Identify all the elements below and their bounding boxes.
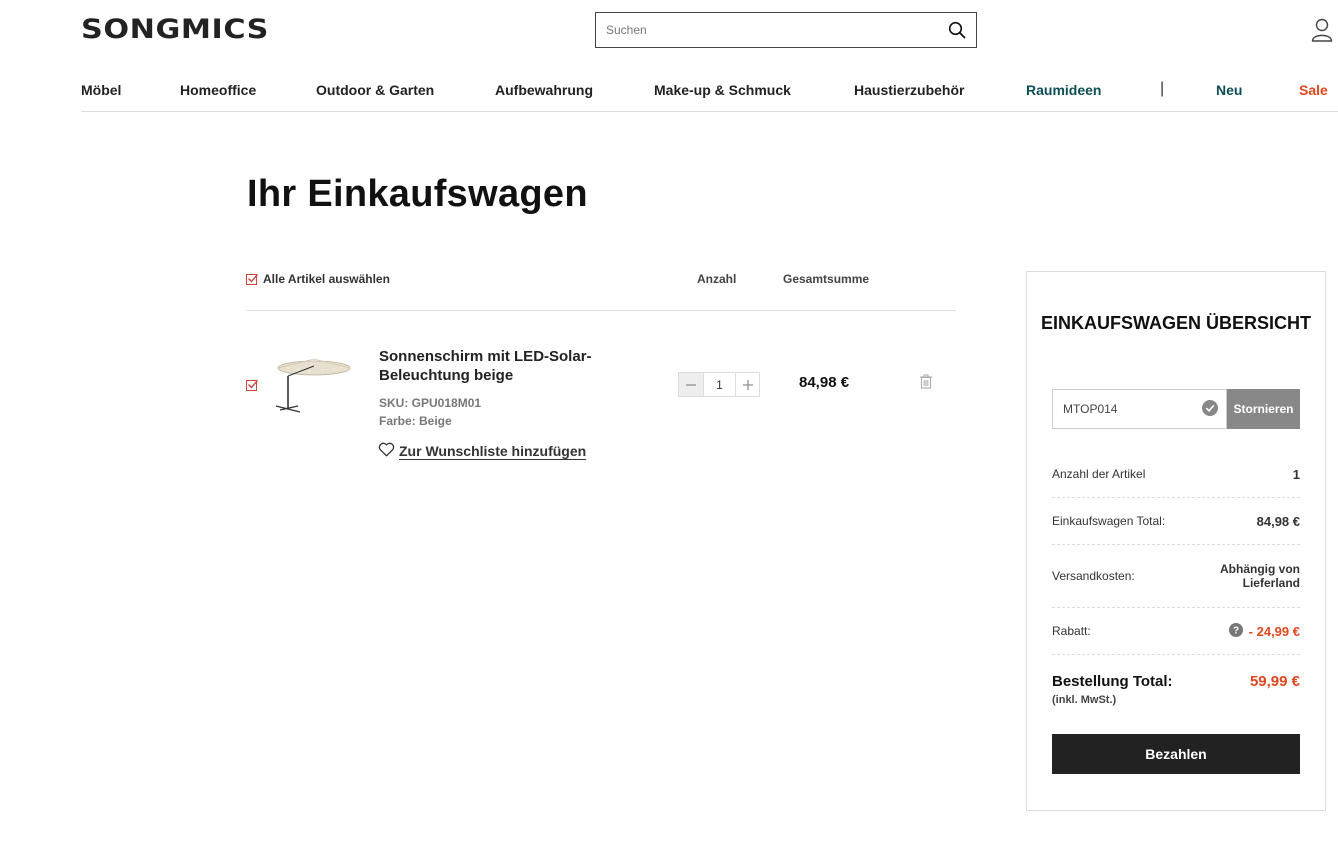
trash-icon[interactable]: [919, 374, 933, 394]
select-all-checkbox[interactable]: [246, 273, 259, 285]
cart-summary: EINKAUFSWAGEN ÜBERSICHT MTOP014 Stornier…: [1026, 271, 1326, 811]
coupon-code: MTOP014: [1063, 402, 1118, 416]
minus-icon: [686, 383, 696, 386]
select-all-label: Alle Artikel auswählen: [263, 272, 390, 286]
coupon-form: MTOP014 Stornieren: [1052, 389, 1300, 429]
order-total-value: 59,99 €: [1249, 673, 1300, 690]
heart-icon: [378, 442, 395, 460]
main-nav: Möbel Homeoffice Outdoor & Garten Aufbew…: [81, 80, 1338, 112]
shipping-value: Abhängig von Lieferland: [1220, 562, 1300, 590]
summary-row-discount: Rabatt: ? - 24,99 €: [1052, 608, 1300, 655]
svg-text:?: ?: [1233, 625, 1239, 636]
help-icon[interactable]: ?: [1228, 622, 1243, 640]
discount-value-wrap: ? - 24,99 €: [1228, 622, 1300, 640]
pay-button[interactable]: Bezahlen: [1052, 734, 1300, 774]
summary-title: EINKAUFSWAGEN ÜBERSICHT: [1040, 313, 1311, 333]
increase-quantity-button[interactable]: [735, 373, 759, 396]
discount-value: - 24,99 €: [1248, 623, 1300, 639]
discount-label: Rabatt:: [1052, 624, 1091, 638]
plus-icon: [742, 379, 753, 390]
quantity-stepper[interactable]: 1: [678, 372, 760, 397]
item-count-label: Anzahl der Artikel: [1052, 467, 1146, 481]
quantity-input[interactable]: 1: [703, 373, 735, 396]
summary-row-item-count: Anzahl der Artikel 1: [1052, 451, 1300, 498]
nav-separator: |: [1160, 80, 1165, 97]
cancel-coupon-button[interactable]: Stornieren: [1227, 389, 1300, 429]
coupon-field[interactable]: MTOP014: [1052, 389, 1227, 429]
search-bar[interactable]: [595, 12, 977, 48]
order-total-vat-note: (inkl. MwSt.): [1052, 694, 1117, 706]
nav-item-moebel[interactable]: Möbel: [81, 82, 121, 98]
product-sku: SKU: GPU018M01: [379, 396, 482, 410]
select-all[interactable]: Alle Artikel auswählen: [246, 272, 390, 286]
column-header-quantity: Anzahl: [697, 272, 737, 286]
cart-header: Alle Artikel auswählen Anzahl Gesamtsumm…: [246, 271, 956, 311]
cart-total-value: 84,98 €: [1256, 513, 1300, 529]
search-input[interactable]: [606, 23, 948, 37]
product-name[interactable]: Sonnenschirm mit LED-Solar-Beleuchtung b…: [379, 347, 639, 385]
cart-item: Sonnenschirm mit LED-Solar-Beleuchtung b…: [246, 340, 956, 470]
nav-item-outdoor-garten[interactable]: Outdoor & Garten: [316, 82, 434, 98]
nav-item-makeup-schmuck[interactable]: Make-up & Schmuck: [654, 82, 791, 98]
nav-item-raumideen[interactable]: Raumideen: [1026, 82, 1101, 98]
cart-total-label: Einkaufswagen Total:: [1052, 514, 1166, 528]
songmics-logo[interactable]: SONGMICS: [81, 14, 269, 45]
item-count-value: 1: [1292, 466, 1300, 482]
summary-row-cart-total: Einkaufswagen Total: 84,98 €: [1052, 498, 1300, 545]
nav-item-sale[interactable]: Sale: [1299, 82, 1328, 98]
shipping-label: Versandkosten:: [1052, 569, 1135, 583]
user-account-icon[interactable]: [1311, 17, 1333, 43]
nav-item-haustierzubehoer[interactable]: Haustierzubehör: [854, 82, 964, 98]
wishlist-label: Zur Wunschliste hinzufügen: [399, 443, 587, 459]
item-checkbox[interactable]: [246, 380, 259, 391]
nav-item-aufbewahrung[interactable]: Aufbewahrung: [495, 82, 593, 98]
decrease-quantity-button[interactable]: [679, 373, 703, 396]
item-total-price: 84,98 €: [799, 374, 850, 391]
search-icon[interactable]: [948, 21, 966, 39]
product-color: Farbe: Beige: [379, 414, 452, 428]
order-total: Bestellung Total: (inkl. MwSt.) 59,99 €: [1052, 673, 1300, 706]
add-to-wishlist-link[interactable]: Zur Wunschliste hinzufügen: [378, 442, 586, 460]
nav-item-neu[interactable]: Neu: [1216, 82, 1242, 98]
check-circle-icon: [1202, 399, 1218, 419]
page-title: Ihr Einkaufswagen: [247, 173, 588, 215]
summary-row-shipping: Versandkosten: Abhängig von Lieferland: [1052, 545, 1300, 608]
nav-item-homeoffice[interactable]: Homeoffice: [180, 82, 256, 98]
column-header-total: Gesamtsumme: [783, 272, 870, 286]
product-image[interactable]: [270, 346, 352, 416]
